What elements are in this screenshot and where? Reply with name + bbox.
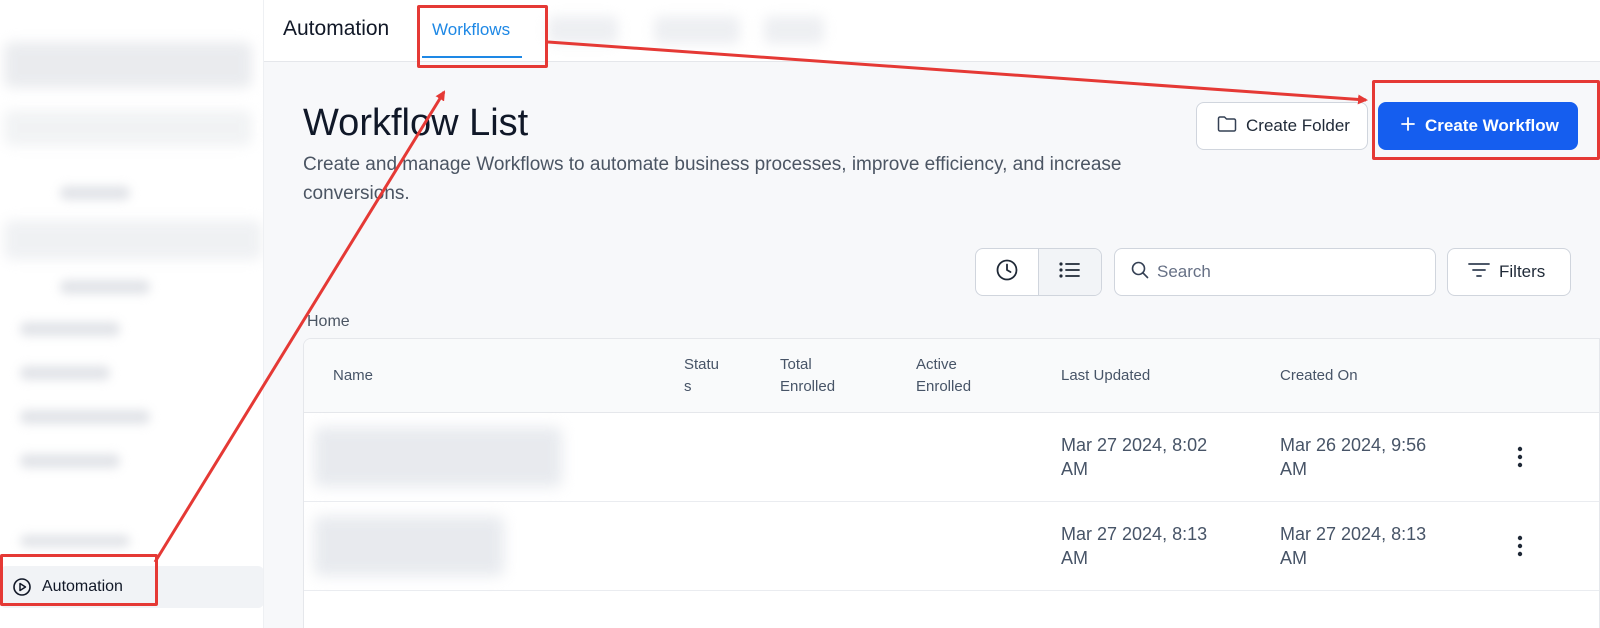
more-vertical-icon[interactable] <box>1508 532 1532 560</box>
table-row[interactable]: Mar 27 2024, 8:13 AM Mar 27 2024, 8:13 A… <box>304 502 1599 591</box>
column-header-status-line1: Statu <box>684 356 720 373</box>
sidebar-item-automation[interactable]: Automation <box>0 566 263 608</box>
tab-blurred[interactable] <box>548 16 618 44</box>
column-header-name[interactable]: Name <box>333 365 373 387</box>
sidebar-blurred-account <box>4 42 252 88</box>
sidebar-blurred-item <box>20 410 150 424</box>
column-header-active-line2: Enrolled <box>916 378 972 395</box>
sidebar-blurred-item <box>20 366 110 380</box>
filters-button[interactable]: Filters <box>1447 248 1571 296</box>
tab-workflows[interactable]: Workflows <box>432 20 510 40</box>
last-updated-line1: Mar 27 2024, 8:02 <box>1061 435 1208 455</box>
last-updated-line2: AM <box>1061 548 1088 568</box>
sidebar-blurred-item <box>20 535 130 547</box>
column-header-total-enrolled[interactable]: Total Enrolled <box>780 354 835 398</box>
workflow-name-blurred[interactable] <box>314 516 504 576</box>
create-workflow-label: Create Workflow <box>1425 116 1559 135</box>
list-icon <box>1058 260 1082 285</box>
search-field[interactable] <box>1114 248 1436 296</box>
page-title: Workflow List <box>303 102 529 144</box>
filters-label: Filters <box>1499 262 1546 281</box>
sidebar-blurred-item <box>20 454 120 468</box>
search-icon <box>1131 261 1149 284</box>
main-content: Workflow List Create and manage Workflow… <box>264 62 1600 628</box>
column-header-status[interactable]: Statu s <box>684 354 719 398</box>
play-circle-icon <box>12 577 32 597</box>
created-on-line1: Mar 27 2024, 8:13 <box>1280 524 1427 544</box>
more-vertical-icon[interactable] <box>1508 443 1532 471</box>
created-on-cell: Mar 26 2024, 9:56 AM <box>1280 433 1426 481</box>
sidebar-blurred-item <box>60 280 150 294</box>
sidebar-blurred-section <box>4 220 262 260</box>
workflow-name-blurred[interactable] <box>314 427 562 487</box>
last-updated-cell: Mar 27 2024, 8:02 AM <box>1061 433 1207 481</box>
tab-blurred[interactable] <box>654 16 740 44</box>
created-on-line1: Mar 26 2024, 9:56 <box>1280 435 1427 455</box>
folder-icon <box>1217 115 1237 138</box>
page-description: Create and manage Workflows to automate … <box>303 154 1122 204</box>
top-header: Automation Workflows <box>264 0 1600 62</box>
tab-active-indicator <box>422 56 522 58</box>
sidebar-blurred-item <box>20 322 120 336</box>
created-on-line2: AM <box>1280 459 1307 479</box>
column-header-total-line2: Enrolled <box>780 378 836 395</box>
sidebar-blurred-item <box>60 186 130 200</box>
column-header-created-on[interactable]: Created On <box>1280 365 1358 387</box>
create-folder-button[interactable]: Create Folder <box>1196 102 1368 150</box>
sidebar-item-label: Automation <box>42 578 123 595</box>
search-input[interactable] <box>1157 262 1417 282</box>
clock-icon <box>995 258 1019 287</box>
create-folder-label: Create Folder <box>1246 116 1350 135</box>
list-view-button[interactable] <box>1038 249 1101 295</box>
tab-blurred[interactable] <box>764 16 824 44</box>
column-header-total-line1: Total <box>780 356 812 373</box>
workflow-table: Name Statu s Total Enrolled Active Enrol… <box>303 338 1600 628</box>
column-header-status-line2: s <box>684 378 692 395</box>
last-updated-line1: Mar 27 2024, 8:13 <box>1061 524 1208 544</box>
app-title: Automation <box>283 17 390 40</box>
create-workflow-button[interactable]: Create Workflow <box>1378 102 1578 150</box>
created-on-cell: Mar 27 2024, 8:13 AM <box>1280 522 1426 570</box>
column-header-last-updated[interactable]: Last Updated <box>1061 365 1150 387</box>
created-on-line2: AM <box>1280 548 1307 568</box>
table-row[interactable]: Mar 27 2024, 8:02 AM Mar 26 2024, 9:56 A… <box>304 413 1599 502</box>
filter-lines-icon <box>1468 262 1490 283</box>
sidebar-blurred-search <box>4 110 252 146</box>
last-updated-cell: Mar 27 2024, 8:13 AM <box>1061 522 1207 570</box>
table-header: Name Statu s Total Enrolled Active Enrol… <box>304 339 1599 413</box>
recent-view-button[interactable] <box>976 249 1038 295</box>
sidebar: Automation <box>0 0 264 628</box>
view-toggle <box>975 248 1102 296</box>
breadcrumb[interactable]: Home <box>307 313 350 331</box>
column-header-active-enrolled[interactable]: Active Enrolled <box>916 354 971 398</box>
last-updated-line2: AM <box>1061 459 1088 479</box>
plus-icon <box>1400 116 1416 137</box>
column-header-active-line1: Active <box>916 356 957 373</box>
